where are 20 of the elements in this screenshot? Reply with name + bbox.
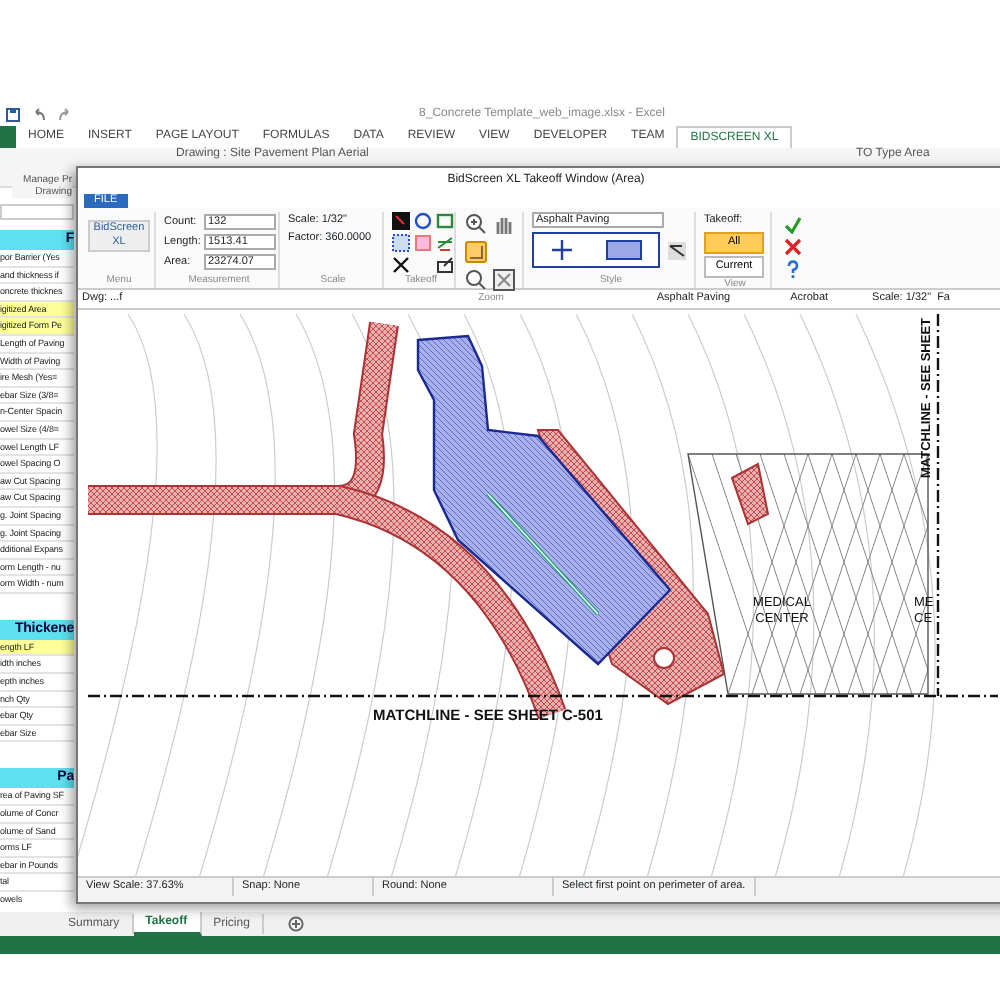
help-icon[interactable] xyxy=(784,260,802,278)
check-icon[interactable] xyxy=(784,216,802,234)
zoom-in-icon[interactable] xyxy=(464,212,488,236)
plus-icon xyxy=(551,240,571,260)
name-box-field[interactable] xyxy=(0,204,74,220)
save-icon[interactable] xyxy=(6,108,20,122)
dotted-square-icon[interactable] xyxy=(392,234,410,252)
rectangle-icon[interactable] xyxy=(436,212,454,230)
close-icon[interactable] xyxy=(784,238,802,256)
redo-icon[interactable] xyxy=(58,108,72,122)
hatch-swatch-icon xyxy=(605,240,641,260)
line-icon[interactable] xyxy=(436,234,454,252)
undo-icon[interactable] xyxy=(32,108,46,122)
fit-icon[interactable] xyxy=(492,268,516,292)
circle-icon[interactable] xyxy=(414,212,432,230)
frame-icon[interactable] xyxy=(464,240,488,264)
add-sheet-icon[interactable] xyxy=(287,916,304,932)
delete-icon[interactable] xyxy=(392,256,410,274)
zoom-icon[interactable] xyxy=(464,268,488,292)
select-icon[interactable] xyxy=(392,212,410,230)
